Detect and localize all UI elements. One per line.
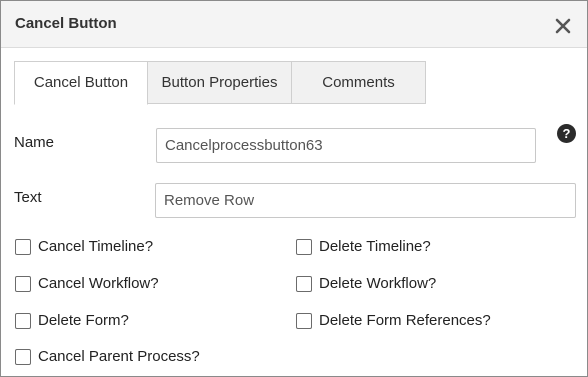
cancel-workflow-checkbox[interactable]: Cancel Workflow? (15, 275, 159, 292)
checkbox-label: Cancel Workflow? (38, 275, 159, 292)
tab-label: Button Properties (161, 74, 278, 91)
cancel-parent-process-checkbox[interactable]: Cancel Parent Process? (15, 348, 200, 365)
tab-bar: Cancel Button Button Properties Comments (14, 61, 574, 105)
checkbox-label: Delete Timeline? (319, 238, 431, 255)
tab-label: Comments (322, 74, 395, 91)
name-input[interactable] (156, 128, 536, 163)
checkbox-label: Cancel Timeline? (38, 238, 154, 255)
dialog-titlebar: Cancel Button (1, 1, 587, 48)
tab-button-properties[interactable]: Button Properties (147, 61, 292, 104)
tab-label: Cancel Button (33, 74, 129, 91)
checkbox-box[interactable] (15, 238, 31, 255)
text-label: Text (14, 189, 42, 206)
checkbox-box[interactable] (296, 312, 312, 329)
name-label: Name (14, 134, 55, 151)
tab-cancel-button[interactable]: Cancel Button (14, 61, 148, 105)
cancel-button-dialog: Cancel Button Cancel Button Button Prope… (0, 0, 588, 377)
checkbox-label: Delete Form References? (319, 312, 491, 329)
checkbox-label: Delete Workflow? (319, 275, 437, 292)
text-input[interactable] (155, 183, 576, 218)
delete-workflow-checkbox[interactable]: Delete Workflow? (296, 275, 436, 292)
checkbox-box[interactable] (15, 348, 31, 365)
help-icon[interactable]: ? (557, 124, 576, 143)
delete-timeline-checkbox[interactable]: Delete Timeline? (296, 238, 431, 255)
checkbox-box[interactable] (296, 238, 312, 255)
delete-form-references-checkbox[interactable]: Delete Form References? (296, 312, 491, 329)
checkbox-box[interactable] (15, 312, 31, 329)
cancel-timeline-checkbox[interactable]: Cancel Timeline? (15, 238, 153, 255)
checkbox-label: Cancel Parent Process? (38, 348, 200, 365)
checkbox-box[interactable] (296, 275, 312, 292)
checkbox-label: Delete Form? (38, 312, 129, 329)
dialog-title: Cancel Button (15, 15, 117, 32)
tab-comments[interactable]: Comments (291, 61, 426, 104)
delete-form-checkbox[interactable]: Delete Form? (15, 312, 129, 329)
checkbox-box[interactable] (15, 275, 31, 292)
close-icon[interactable] (554, 17, 572, 35)
